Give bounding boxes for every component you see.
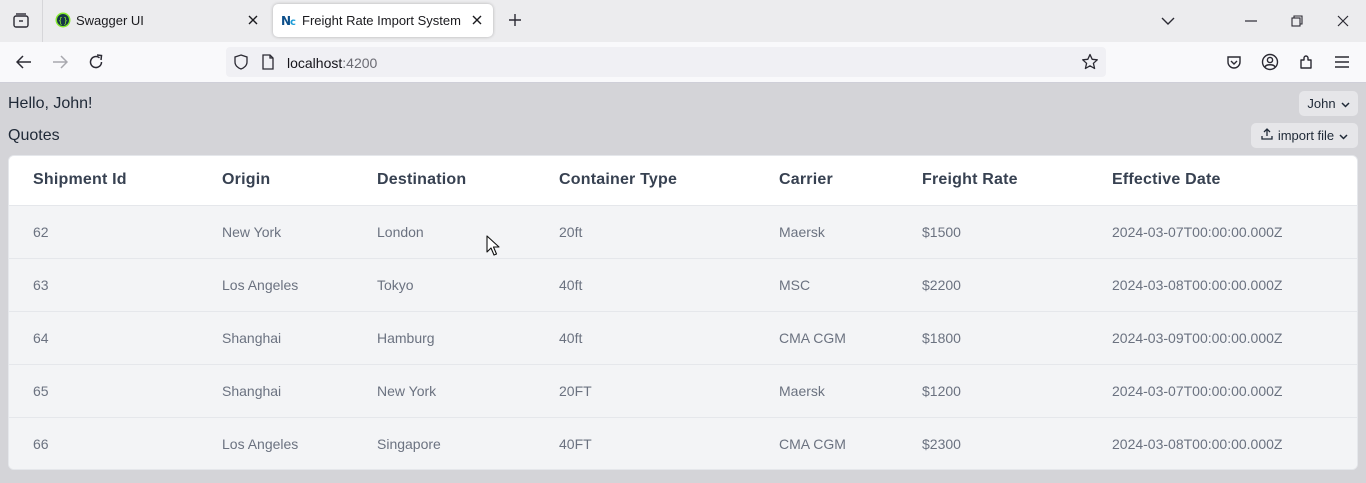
column-header-freight-rate[interactable]: Freight Rate xyxy=(898,156,1088,206)
quotes-table: Shipment Id Origin Destination Container… xyxy=(8,155,1358,470)
import-file-label: import file xyxy=(1277,128,1335,143)
cell-carrier: MSC xyxy=(755,258,898,312)
tab-list-icon[interactable] xyxy=(6,6,36,36)
hamburger-menu-icon[interactable] xyxy=(1328,48,1356,76)
cell-origin: Los Angeles xyxy=(198,258,353,312)
cell-freight-rate: $2300 xyxy=(898,417,1088,469)
cell-freight-rate: $1200 xyxy=(898,364,1088,418)
page-title: Quotes xyxy=(8,127,60,144)
swagger-icon: {} xyxy=(55,12,71,28)
table-row[interactable]: 64 Shanghai Hamburg 40ft CMA CGM $1800 2… xyxy=(9,311,1357,365)
chevron-down-icon xyxy=(1341,96,1350,111)
shield-icon[interactable] xyxy=(233,54,249,75)
table-row[interactable]: 65 Shanghai New York 20FT Maersk $1200 2… xyxy=(9,364,1357,418)
new-tab-icon[interactable] xyxy=(503,8,527,32)
cell-destination: Singapore xyxy=(353,417,535,469)
window-close-icon[interactable] xyxy=(1328,6,1358,36)
cell-origin: Shanghai xyxy=(198,364,353,418)
cell-container-type: 20FT xyxy=(535,364,755,418)
extensions-icon[interactable] xyxy=(1292,48,1320,76)
cell-freight-rate: $1800 xyxy=(898,311,1088,365)
cell-freight-rate: $2200 xyxy=(898,258,1088,312)
tab-swagger-ui[interactable]: {} Swagger UI xyxy=(47,4,269,37)
greeting-text: Hello, John! xyxy=(8,95,93,112)
url-port: :4200 xyxy=(342,55,378,71)
restore-icon[interactable] xyxy=(1282,6,1312,36)
cell-carrier: CMA CGM xyxy=(755,417,898,469)
minimize-icon[interactable] xyxy=(1236,6,1266,36)
column-header-container-type[interactable]: Container Type xyxy=(535,156,755,206)
nc-logo-icon: Nc xyxy=(281,12,297,28)
column-header-shipment-id[interactable]: Shipment Id xyxy=(9,156,198,206)
cell-freight-rate: $1500 xyxy=(898,205,1088,259)
user-menu-label: John xyxy=(1307,96,1336,111)
cell-effective-date: 2024-03-08T00:00:00.000Z xyxy=(1088,417,1357,469)
column-header-effective-date[interactable]: Effective Date xyxy=(1088,156,1357,206)
cell-container-type: 40FT xyxy=(535,417,755,469)
mouse-cursor-icon xyxy=(486,235,500,261)
cell-destination: London xyxy=(353,205,535,259)
cell-carrier: Maersk xyxy=(755,205,898,259)
chevron-down-icon xyxy=(1339,128,1348,143)
column-header-carrier[interactable]: Carrier xyxy=(755,156,898,206)
cell-container-type: 40ft xyxy=(535,258,755,312)
svg-text:c: c xyxy=(290,17,296,28)
cell-carrier: Maersk xyxy=(755,364,898,418)
tab-title: Freight Rate Import System xyxy=(302,13,461,28)
tab-freight-rate-import[interactable]: Nc Freight Rate Import System xyxy=(273,4,493,37)
pocket-icon[interactable] xyxy=(1220,48,1248,76)
bookmark-star-icon[interactable] xyxy=(1081,53,1099,76)
cell-container-type: 20ft xyxy=(535,205,755,259)
table-row[interactable]: 66 Los Angeles Singapore 40FT CMA CGM $2… xyxy=(9,417,1357,469)
browser-nav-bar: localhost:4200 xyxy=(0,42,1366,83)
back-arrow-icon[interactable] xyxy=(10,48,38,76)
column-header-origin[interactable]: Origin xyxy=(198,156,353,206)
url-text[interactable]: localhost:4200 xyxy=(287,55,377,71)
cell-carrier: CMA CGM xyxy=(755,311,898,365)
table-header-row: Shipment Id Origin Destination Container… xyxy=(9,156,1357,206)
cell-shipment-id: 66 xyxy=(9,417,198,469)
cell-origin: New York xyxy=(198,205,353,259)
close-icon[interactable] xyxy=(469,12,485,28)
cell-shipment-id: 62 xyxy=(9,205,198,259)
address-bar[interactable]: localhost:4200 xyxy=(226,47,1106,77)
account-icon[interactable] xyxy=(1256,48,1284,76)
cell-effective-date: 2024-03-07T00:00:00.000Z xyxy=(1088,205,1357,259)
cell-shipment-id: 64 xyxy=(9,311,198,365)
cell-shipment-id: 65 xyxy=(9,364,198,418)
table-row[interactable]: 62 New York London 20ft Maersk $1500 202… xyxy=(9,205,1357,259)
upload-icon xyxy=(1261,128,1273,143)
tab-separator xyxy=(42,0,43,42)
reload-icon[interactable] xyxy=(82,48,110,76)
column-header-destination[interactable]: Destination xyxy=(353,156,535,206)
cell-destination: Tokyo xyxy=(353,258,535,312)
cell-origin: Los Angeles xyxy=(198,417,353,469)
forward-arrow-icon[interactable] xyxy=(46,48,74,76)
import-file-button[interactable]: import file xyxy=(1251,123,1358,148)
cell-destination: Hamburg xyxy=(353,311,535,365)
svg-text:{}: {} xyxy=(58,16,68,25)
cell-effective-date: 2024-03-09T00:00:00.000Z xyxy=(1088,311,1357,365)
cell-destination: New York xyxy=(353,364,535,418)
tab-title: Swagger UI xyxy=(76,13,144,28)
table-row[interactable]: 63 Los Angeles Tokyo 40ft MSC $2200 2024… xyxy=(9,258,1357,312)
user-menu-button[interactable]: John xyxy=(1299,91,1358,116)
tab-overflow-chevron-icon[interactable] xyxy=(1153,6,1183,36)
cell-shipment-id: 63 xyxy=(9,258,198,312)
cell-effective-date: 2024-03-07T00:00:00.000Z xyxy=(1088,364,1357,418)
close-icon[interactable] xyxy=(245,12,261,28)
url-host: localhost xyxy=(287,55,343,71)
cell-container-type: 40ft xyxy=(535,311,755,365)
cell-origin: Shanghai xyxy=(198,311,353,365)
page-icon[interactable] xyxy=(261,54,275,75)
browser-tab-bar: {} Swagger UI Nc Freight Rate Import Sys… xyxy=(0,0,1366,42)
cell-effective-date: 2024-03-08T00:00:00.000Z xyxy=(1088,258,1357,312)
